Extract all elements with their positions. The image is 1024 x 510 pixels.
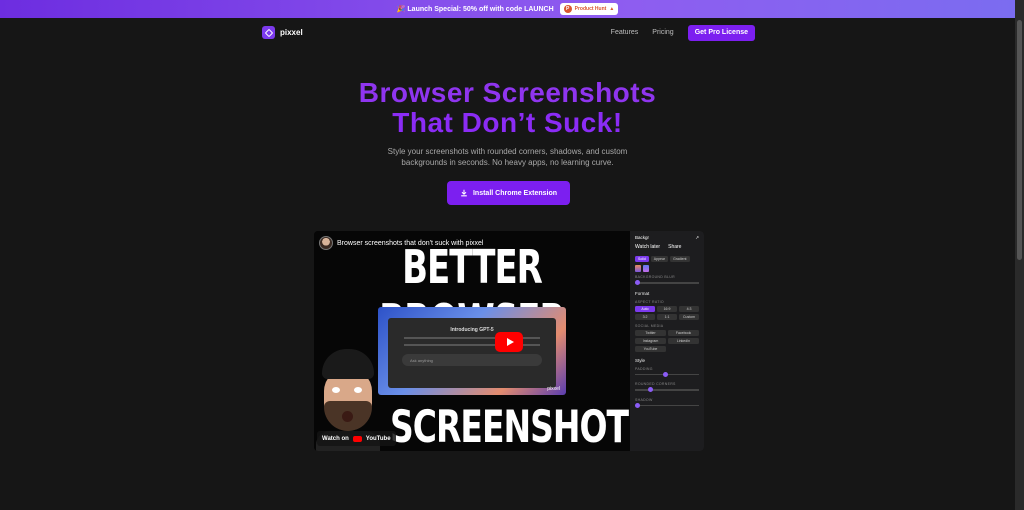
shadow-label: SHADOW: [635, 397, 653, 402]
promo-text: 🎉 Launch Special: 50% off with code LAUN…: [396, 6, 554, 13]
shadow-slider[interactable]: [635, 402, 699, 408]
download-icon: [461, 189, 467, 197]
video-thumbnail[interactable]: Browser screenshots that don't suck with…: [314, 231, 652, 451]
tab-solid[interactable]: Solid: [635, 256, 649, 262]
watch-later-button[interactable]: Watch later: [635, 244, 660, 250]
radius-slider[interactable]: [635, 387, 699, 392]
watch-on-youtube-button[interactable]: Watch on YouTube: [317, 431, 396, 446]
format-heading: Format: [635, 290, 650, 296]
install-extension-label: Install Chrome Extension: [472, 189, 558, 197]
blur-label: BACKGROUND BLUR: [635, 275, 675, 279]
product-hunt-name: Product Hunt: [574, 6, 607, 12]
aspect-3-2[interactable]: 3:2: [635, 313, 655, 320]
tab-appear[interactable]: Appear: [650, 256, 669, 262]
swatch-2[interactable]: [643, 265, 649, 272]
hero-subtitle: Style your screenshots with rounded corn…: [0, 146, 1015, 168]
tab-gradient[interactable]: Gradient: [670, 256, 690, 262]
nav-pricing-link[interactable]: Pricing: [652, 29, 673, 36]
padding-slider[interactable]: [635, 371, 699, 377]
youtube-label: YouTube: [365, 435, 391, 442]
padding-label: PADDING: [635, 366, 653, 371]
thumbnail-headline-bottom: SCREENSHOTS: [390, 400, 652, 451]
aspect-options: Auto 16:9 4:3 3:2 1:1 Custom: [635, 305, 699, 320]
background-tabs: Solid Appear Gradient: [635, 256, 699, 262]
social-twitter[interactable]: Twitter: [635, 329, 666, 336]
social-label: SOCIAL MEDIA: [635, 323, 664, 328]
social-instagram[interactable]: Instagram: [635, 337, 666, 344]
install-extension-button[interactable]: Install Chrome Extension: [447, 181, 570, 205]
watch-on-label: Watch on: [322, 435, 349, 442]
page-scrollbar[interactable]: [1015, 0, 1024, 510]
logo-icon: [262, 26, 275, 39]
hero-subtitle-line2: backgrounds in seconds. No heavy apps, n…: [401, 158, 614, 167]
brand-name: pixxel: [280, 28, 303, 37]
panel-header: Backgr ↗: [635, 235, 699, 241]
radius-label: ROUNDED CORNERS: [635, 382, 676, 386]
aspect-4-3[interactable]: 4:3: [679, 305, 699, 312]
swatch-1[interactable]: [635, 265, 641, 272]
social-linkedin[interactable]: LinkedIn: [668, 337, 699, 344]
promo-banner[interactable]: 🎉 Launch Special: 50% off with code LAUN…: [0, 0, 1015, 18]
upvote-icon: ▲: [609, 6, 615, 12]
nav-links: Features Pricing Get Pro License: [611, 24, 755, 41]
brand-logo[interactable]: pixxel: [262, 26, 303, 39]
youtube-icon: [352, 435, 362, 442]
play-icon[interactable]: [495, 332, 523, 352]
hero-title-line1: Browser Screenshots: [358, 77, 657, 108]
panel-head-label: Backgr: [635, 235, 650, 240]
hero-title-line2: That Don’t Suck!: [392, 107, 623, 138]
share-icon[interactable]: ↗: [695, 235, 699, 241]
aspect-auto[interactable]: Auto: [635, 305, 655, 312]
product-hunt-icon: P: [563, 5, 572, 13]
scrollbar-thumb[interactable]: [1017, 20, 1022, 260]
mock-input: Ask anything: [402, 354, 542, 366]
style-heading: Style: [635, 357, 646, 363]
social-facebook[interactable]: Facebook: [668, 329, 699, 336]
product-hunt-badge[interactable]: P Product Hunt ▲: [559, 3, 619, 15]
aspect-1-1[interactable]: 1:1: [657, 313, 677, 320]
aspect-label: ASPECT RATIO: [635, 299, 664, 304]
get-pro-button[interactable]: Get Pro License: [687, 24, 755, 41]
mock-watermark: pixxel: [547, 386, 560, 392]
video-actions: Watch later Share: [635, 244, 699, 250]
mock-title: Introducing GPT-5: [450, 327, 494, 333]
video-embed[interactable]: Browser screenshots that don't suck with…: [314, 231, 704, 451]
share-button[interactable]: Share: [668, 244, 681, 250]
aspect-custom[interactable]: Custom: [679, 313, 699, 320]
blur-slider[interactable]: [635, 280, 699, 285]
editor-side-panel: Backgr ↗ Watch later Share Solid Appear …: [630, 231, 704, 451]
social-options: Twitter Facebook Instagram LinkedIn YouT…: [635, 329, 699, 352]
social-youtube[interactable]: YouTube: [635, 345, 666, 352]
thumbnail-mock-screenshot: Introducing GPT-5 Ask anything pixxel: [378, 307, 566, 395]
nav-features-link[interactable]: Features: [611, 29, 639, 36]
top-nav: pixxel Features Pricing Get Pro License: [262, 24, 755, 41]
hero-subtitle-line1: Style your screenshots with rounded corn…: [387, 147, 628, 156]
background-swatches: [635, 265, 699, 272]
hero-title: Browser Screenshots That Don’t Suck!: [0, 78, 1015, 138]
aspect-16-9[interactable]: 16:9: [657, 305, 677, 312]
